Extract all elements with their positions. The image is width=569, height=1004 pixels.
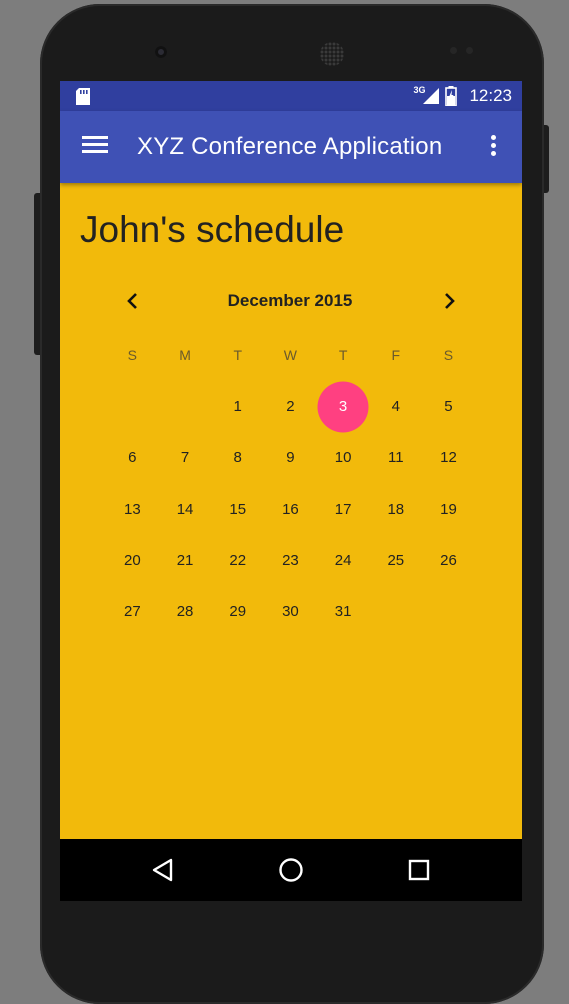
volume-button: [34, 193, 40, 355]
calendar-day[interactable]: 6: [106, 432, 159, 483]
power-button: [544, 125, 549, 193]
calendar-day-selected[interactable]: 3: [317, 381, 370, 432]
calendar-day-number: 11: [387, 449, 404, 467]
weekday-label: T: [233, 347, 242, 363]
calendar-day-number: 5: [444, 398, 453, 416]
calendar-day-number: 19: [440, 500, 457, 518]
calendar-day-number: 30: [282, 603, 299, 621]
calendar-day[interactable]: 26: [422, 535, 475, 586]
calendar-day-number: 23: [282, 552, 299, 570]
calendar-day[interactable]: 28: [159, 586, 212, 637]
weekday-header: S M T W T F S: [106, 347, 476, 363]
calendar-day[interactable]: 31: [317, 586, 370, 637]
system-nav-bar: [60, 839, 522, 901]
sd-card-icon: [76, 88, 90, 105]
app-bar: XYZ Conference Application: [60, 111, 522, 183]
calendar-empty-cell: [159, 381, 212, 432]
calendar-day-number: 21: [176, 552, 194, 570]
calendar-day[interactable]: 24: [317, 535, 370, 586]
calendar-day[interactable]: 16: [264, 484, 317, 535]
calendar-empty-cell: [106, 381, 159, 432]
weekday-label: T: [338, 347, 348, 363]
calendar-grid: 1 2 3 4 5 6 7 8 9 10 11 12 13 14 15 16 17 18 19 20 21 22 23 24 2…: [106, 381, 476, 637]
back-icon[interactable]: [150, 857, 176, 883]
calendar-day[interactable]: 25: [369, 535, 422, 586]
calendar-day-number: 10: [334, 449, 352, 467]
calendar-day-number: 12: [440, 449, 457, 467]
calendar-day-number: 16: [282, 500, 299, 518]
front-camera: [155, 46, 167, 58]
calendar-day[interactable]: 5: [422, 381, 475, 432]
status-clock: 12:23: [469, 86, 512, 105]
menu-icon[interactable]: [82, 136, 108, 158]
calendar-day[interactable]: 7: [159, 432, 212, 483]
calendar-day-number: 9: [286, 449, 295, 467]
calendar-day-number: 6: [128, 449, 137, 467]
calendar-day[interactable]: 22: [211, 535, 264, 586]
calendar-day[interactable]: 9: [264, 432, 317, 483]
calendar-day-number: 15: [229, 500, 247, 518]
calendar-day-number: 25: [387, 552, 405, 570]
page-title: John's schedule: [80, 209, 345, 250]
network-type-label: 3G: [413, 85, 426, 95]
calendar-day-number: 3: [338, 398, 348, 416]
calendar-day[interactable]: 15: [211, 484, 264, 535]
calendar-day[interactable]: 29: [211, 586, 264, 637]
calendar-day-number: 4: [391, 398, 400, 416]
calendar-day-number: 17: [334, 500, 352, 518]
calendar-day[interactable]: 27: [106, 586, 159, 637]
calendar-day[interactable]: 23: [264, 535, 317, 586]
calendar-day-number: 14: [176, 500, 194, 518]
calendar-day-number: 24: [334, 552, 352, 570]
calendar-day-number: 28: [176, 603, 194, 621]
light-sensor: [466, 47, 473, 54]
more-vert-icon[interactable]: [489, 135, 497, 159]
weekday-label: W: [283, 347, 298, 363]
home-icon[interactable]: [278, 857, 304, 883]
calendar-day-number: 7: [180, 449, 190, 467]
calendar-day-number: 8: [233, 449, 242, 467]
calendar-day-number: 22: [229, 552, 247, 570]
signal-icon: [423, 88, 440, 104]
proximity-sensor: [450, 47, 457, 54]
calendar-day[interactable]: 11: [369, 432, 422, 483]
calendar-day[interactable]: 20: [106, 535, 159, 586]
calendar-day-number: 31: [334, 603, 352, 621]
calendar-day[interactable]: 2: [264, 381, 317, 432]
weekday-label: S: [127, 347, 138, 363]
calendar-day[interactable]: 18: [369, 484, 422, 535]
calendar-day[interactable]: 17: [317, 484, 370, 535]
calendar-day-number: 2: [286, 398, 295, 416]
calendar-day-number: 1: [233, 398, 242, 416]
calendar-day[interactable]: 1: [211, 381, 264, 432]
calendar-day[interactable]: 14: [159, 484, 212, 535]
battery-icon: [445, 86, 458, 106]
screen: 3G 12:23 XYZ Conference Application John…: [60, 81, 522, 901]
calendar-day[interactable]: 30: [264, 586, 317, 637]
earpiece-speaker: [320, 42, 344, 66]
calendar-day-number: 13: [124, 500, 141, 518]
weekday-label: M: [179, 347, 191, 363]
weekday-label: S: [443, 347, 454, 363]
calendar-day-number: 27: [124, 603, 141, 621]
calendar-day-number: 20: [124, 552, 141, 570]
calendar-day[interactable]: 8: [211, 432, 264, 483]
calendar-day-number: 29: [229, 603, 247, 621]
calendar-day[interactable]: 12: [422, 432, 475, 483]
calendar-day[interactable]: 4: [369, 381, 422, 432]
calendar-day[interactable]: 13: [106, 484, 159, 535]
month-label: December 2015: [227, 291, 353, 310]
calendar-day[interactable]: 19: [422, 484, 475, 535]
calendar-day[interactable]: 10: [317, 432, 370, 483]
chevron-right-icon[interactable]: [437, 289, 461, 313]
calendar-day-number: 26: [440, 552, 457, 570]
weekday-label: F: [391, 347, 401, 363]
status-bar: 3G 12:23: [60, 81, 522, 111]
calendar-day[interactable]: 21: [159, 535, 212, 586]
chevron-left-icon[interactable]: [121, 289, 145, 313]
calendar-day-number: 18: [387, 500, 405, 518]
recents-icon[interactable]: [406, 857, 432, 883]
app-title: XYZ Conference Application: [137, 133, 443, 160]
